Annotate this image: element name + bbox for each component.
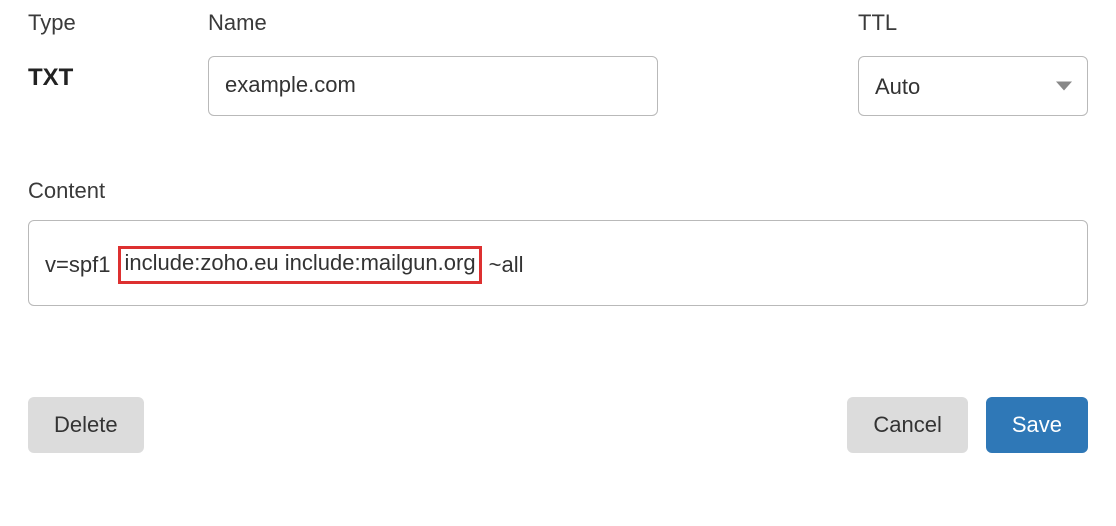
content-input[interactable] <box>28 220 1088 306</box>
content-input-wrap: v=spf1 include:zoho.eu include:mailgun.o… <box>28 220 1088 311</box>
action-button-row: Delete Cancel Save <box>28 397 1088 453</box>
dns-record-top-row: Type TXT Name TTL Auto <box>28 10 1088 116</box>
content-label: Content <box>28 178 1088 204</box>
name-field-group: Name <box>208 10 658 116</box>
ttl-label: TTL <box>858 10 1088 36</box>
type-value: TXT <box>28 64 186 92</box>
right-button-group: Cancel Save <box>847 397 1088 453</box>
ttl-field-group: TTL Auto <box>858 10 1088 116</box>
ttl-select-wrap: Auto <box>858 56 1088 116</box>
content-section: Content v=spf1 include:zoho.eu include:m… <box>28 178 1088 311</box>
save-button[interactable]: Save <box>986 397 1088 453</box>
type-label: Type <box>28 10 186 36</box>
delete-button[interactable]: Delete <box>28 397 144 453</box>
type-field-group: Type TXT <box>28 10 186 92</box>
cancel-button[interactable]: Cancel <box>847 397 967 453</box>
name-input[interactable] <box>208 56 658 116</box>
ttl-select[interactable]: Auto <box>858 56 1088 116</box>
name-label: Name <box>208 10 658 36</box>
